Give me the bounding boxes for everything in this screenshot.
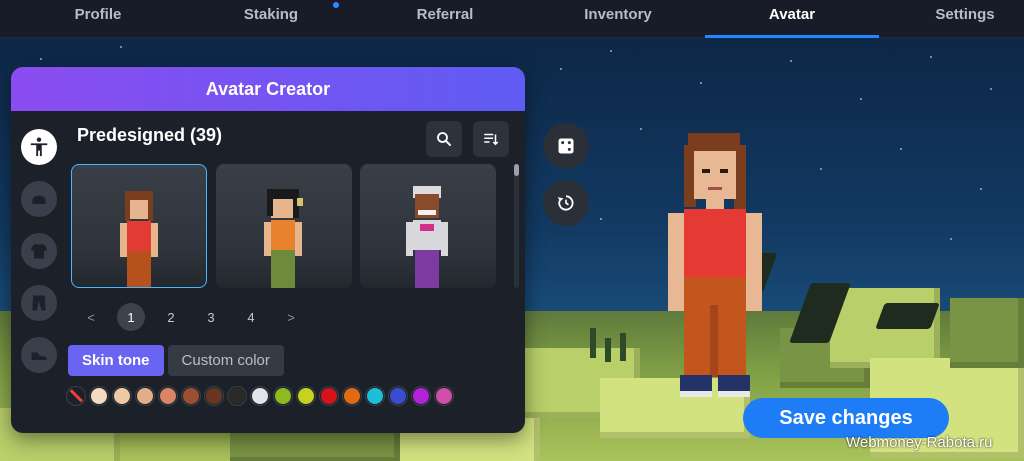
tab-skin-tone[interactable]: Skin tone [68,345,164,376]
predesigned-avatar-grid [71,164,511,288]
color-swatch[interactable] [136,387,154,405]
color-swatch[interactable] [274,387,292,405]
category-head-button[interactable] [21,181,57,217]
skin-tone-swatches [67,387,458,405]
history-icon [557,195,574,211]
tab-profile[interactable]: Profile [60,0,136,38]
pants-icon [32,295,46,311]
avatar-preview-image [120,191,158,287]
avatar-preview-image [406,186,448,288]
tab-referral[interactable]: Referral [405,0,485,38]
page-button-1[interactable]: 1 [117,303,145,331]
tab-staking[interactable]: Staking [230,0,312,38]
body-icon [30,137,48,157]
search-icon [437,132,451,146]
color-swatch[interactable] [297,387,315,405]
prev-page-button[interactable]: < [77,303,105,331]
tab-inventory[interactable]: Inventory [575,0,661,38]
sort-icon [484,133,499,146]
category-top-button[interactable] [21,233,57,269]
avatar-card[interactable] [360,164,496,288]
notification-dot [333,2,339,8]
page-button-4[interactable]: 4 [237,303,265,331]
head-icon [32,195,46,204]
color-swatch[interactable] [159,387,177,405]
next-page-button[interactable]: > [277,303,305,331]
tab-avatar[interactable]: Avatar [705,0,879,38]
avatar-creator-panel: Avatar Creator Predesigned (39) < 1 2 3 … [11,67,525,433]
sort-button[interactable] [473,121,509,157]
search-button[interactable] [426,121,462,157]
avatar-card[interactable] [216,164,352,288]
shirt-icon [30,243,48,259]
category-body-button[interactable] [21,129,57,165]
panel-title: Avatar Creator [11,67,525,111]
save-changes-button[interactable]: Save changes [743,398,949,438]
color-swatch[interactable] [228,387,246,405]
tab-custom-color[interactable]: Custom color [167,345,284,376]
color-swatch[interactable] [366,387,384,405]
color-mode-tabs: Skin tone Custom color [68,345,288,376]
pagination: < 1 2 3 4 > [77,303,317,331]
color-swatch[interactable] [90,387,108,405]
tab-settings[interactable]: Settings [925,0,1005,38]
page-button-3[interactable]: 3 [197,303,225,331]
dice-icon [558,138,574,154]
color-swatch[interactable] [320,387,338,405]
reset-history-button[interactable] [543,180,589,226]
avatar-card[interactable] [71,164,207,288]
category-footwear-button[interactable] [21,337,57,373]
category-bottom-button[interactable] [21,285,57,321]
randomize-button[interactable] [543,123,589,169]
avatar-preview-image [264,189,303,288]
avatar-3d-preview [668,133,762,397]
color-swatch[interactable] [389,387,407,405]
color-swatch[interactable] [205,387,223,405]
top-navigation: Profile Staking Referral Inventory Avata… [0,0,1024,38]
category-sidebar [21,129,59,389]
no-color-swatch[interactable] [67,387,85,405]
page-button-2[interactable]: 2 [157,303,185,331]
color-swatch[interactable] [182,387,200,405]
watermark: Webmoney-Rabota.ru [846,434,993,451]
avatar-grid-scrollbar[interactable] [514,164,519,288]
section-title: Predesigned (39) [77,125,223,145]
shoe-icon [31,352,47,360]
color-swatch[interactable] [113,387,131,405]
color-swatch[interactable] [412,387,430,405]
color-swatch[interactable] [343,387,361,405]
color-swatch[interactable] [251,387,269,405]
color-swatch[interactable] [435,387,453,405]
